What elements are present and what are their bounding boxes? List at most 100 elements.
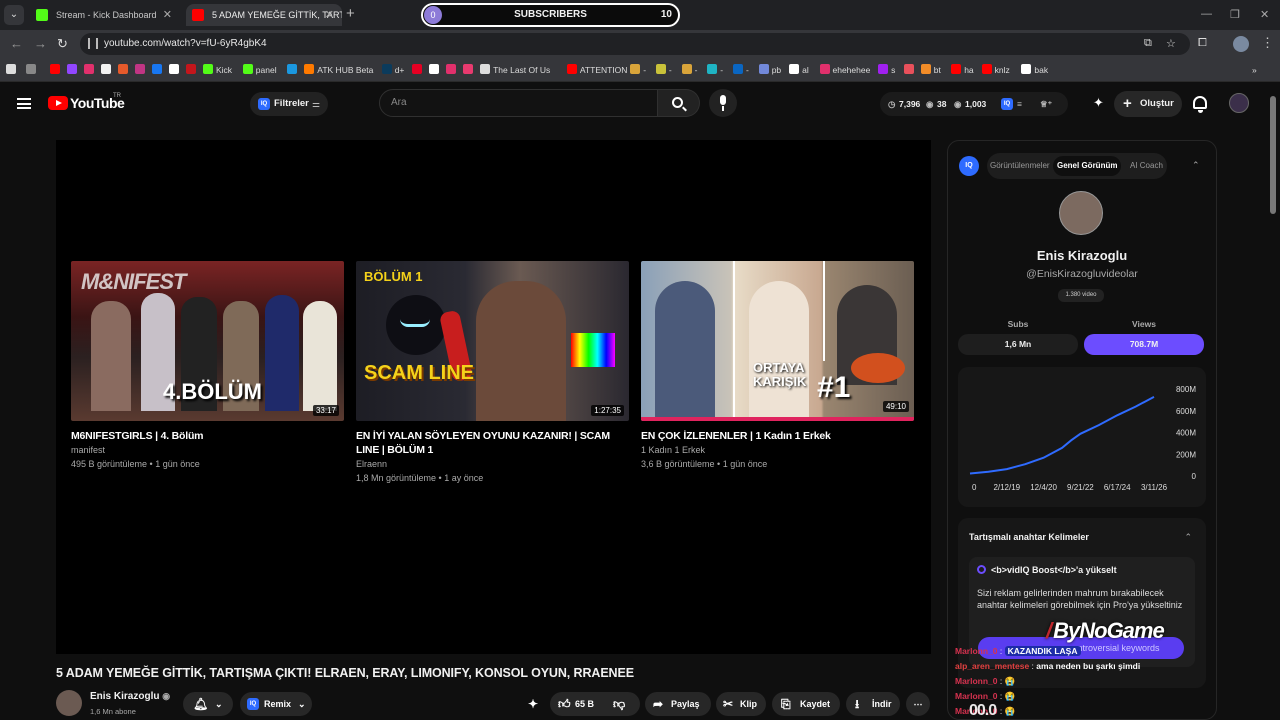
close-icon[interactable]: ✕: [163, 4, 172, 26]
bookmark-item[interactable]: ATK HUB Beta: [304, 58, 373, 82]
tab-youtube-video[interactable]: 5 ADAM YEMEĞE GİTTİK, TARTI ✕: [186, 4, 342, 26]
bookmark-item[interactable]: [118, 58, 131, 82]
channel-name-main[interactable]: Enis Kirazoglu ◉: [90, 691, 170, 702]
bookmark-item[interactable]: -: [630, 58, 646, 82]
bookmark-item[interactable]: bt: [920, 58, 941, 82]
bookmark-item[interactable]: [50, 58, 63, 82]
subscribe-bell-button[interactable]: 🔔︎ ⌄: [183, 692, 233, 716]
bookmark-item[interactable]: al: [789, 58, 809, 82]
bookmark-item[interactable]: -: [681, 58, 697, 82]
channel-name[interactable]: manifest: [71, 443, 344, 457]
bookmark-item[interactable]: panel: [242, 58, 277, 82]
video-title[interactable]: M6NIFESTGIRLS | 4. Bölüm: [71, 429, 344, 443]
cast-icon[interactable]: ⧉: [1144, 37, 1152, 50]
site-info-icon[interactable]: [88, 38, 98, 49]
back-button[interactable]: ←: [10, 36, 23, 51]
vidiq-stats-bar[interactable]: ◷ 7,396 ◉ 38 ◉ 1,003 IQ ≡ ♕⁺: [880, 92, 1068, 116]
forward-button[interactable]: →: [34, 36, 47, 51]
account-avatar[interactable]: [1229, 93, 1249, 113]
remix-button[interactable]: IQ Remix ⌄: [240, 692, 312, 716]
end-screen-card[interactable]: M&NIFEST 4.BÖLÜM 33:17 M6NIFESTGIRLS | 4…: [71, 261, 344, 471]
bookmark-item[interactable]: ATTENTION: [566, 58, 627, 82]
notifications-bell-icon[interactable]: [1193, 96, 1207, 113]
close-icon[interactable]: ✕: [325, 4, 334, 26]
profile-avatar[interactable]: [1233, 36, 1249, 52]
tab-overview[interactable]: Genel Görünüm: [1053, 156, 1122, 176]
grid-icon[interactable]: [26, 58, 39, 82]
page-scrollbar[interactable]: [1270, 96, 1276, 214]
browser-menu-icon[interactable]: ⋮: [1261, 35, 1274, 51]
clip-button[interactable]: ✂ Klip: [716, 692, 766, 716]
share-button[interactable]: ➦ Paylaş: [645, 692, 711, 716]
bookmark-item[interactable]: [412, 58, 425, 82]
voice-search-button[interactable]: [709, 89, 737, 117]
thumbs-down-icon[interactable]: 👎︎: [613, 692, 625, 716]
collapse-chevron-icon[interactable]: ⌃: [1192, 160, 1200, 171]
tab-kick-dashboard[interactable]: Stream - Kick Dashboard ✕: [30, 4, 180, 26]
vidiq-filters-button[interactable]: IQ Filtreler ⚌: [250, 92, 328, 116]
bookmark-item[interactable]: Kick: [203, 58, 232, 82]
end-screen-card[interactable]: ORTAYA KARIŞIK #1 49:10 EN ÇOK İZLENENLE…: [641, 261, 914, 471]
bookmark-item[interactable]: The Last Of Us: [480, 58, 550, 82]
youtube-logo-icon[interactable]: [48, 96, 68, 110]
sparkle-icon[interactable]: ✦: [1093, 95, 1104, 111]
bookmark-item[interactable]: -: [733, 58, 749, 82]
video-thumbnail[interactable]: ORTAYA KARIŞIK #1 49:10: [641, 261, 914, 421]
reload-button[interactable]: ↻: [57, 36, 68, 52]
video-player[interactable]: M&NIFEST 4.BÖLÜM 33:17 M6NIFESTGIRLS | 4…: [56, 140, 931, 654]
bookmark-item[interactable]: [84, 58, 97, 82]
minimize-button[interactable]: —: [1201, 8, 1212, 20]
like-button[interactable]: 👍︎ 65 B 👎︎: [550, 692, 640, 716]
bookmark-item[interactable]: [186, 58, 199, 82]
collapse-chevron-icon[interactable]: ⌃: [1184, 532, 1192, 543]
bookmark-star-icon[interactable]: ☆: [1166, 37, 1176, 50]
url-text[interactable]: youtube.com/watch?v=fU-6yR4gbK4: [104, 33, 267, 55]
save-button[interactable]: ⎘ Kaydet: [772, 692, 840, 716]
bookmark-item[interactable]: knlz: [981, 58, 1010, 82]
bookmark-item[interactable]: ehehehee: [819, 58, 870, 82]
subs-value[interactable]: 1,6 Mn: [958, 334, 1078, 355]
sparkle-button[interactable]: ✦: [522, 692, 546, 716]
address-bar[interactable]: youtube.com/watch?v=fU-6yR4gbK4 ⧉ ☆: [80, 33, 1190, 55]
tab-search-button[interactable]: ⌄: [4, 5, 24, 25]
bookmark-item[interactable]: [429, 58, 442, 82]
bookmark-item[interactable]: [101, 58, 114, 82]
bookmark-item[interactable]: [446, 58, 459, 82]
more-actions-button[interactable]: ⋯: [906, 692, 930, 716]
bookmark-item[interactable]: [287, 58, 300, 82]
new-tab-button[interactable]: +: [346, 5, 355, 22]
more-bookmarks-icon[interactable]: »: [1252, 58, 1257, 82]
menu-icon[interactable]: [17, 98, 31, 109]
bookmark-item[interactable]: s: [878, 58, 895, 82]
bookmark-item[interactable]: [169, 58, 182, 82]
end-screen-card[interactable]: BÖLÜM 1 SCAM LINE 1:27:35 EN İYİ YALAN S…: [356, 261, 629, 485]
tab-views[interactable]: Görüntülenmeler: [990, 153, 1050, 179]
bookmark-item[interactable]: -: [655, 58, 672, 82]
video-title[interactable]: EN İYİ YALAN SÖYLEYEN OYUNU KAZANIR! | S…: [356, 429, 629, 457]
close-window-button[interactable]: ✕: [1260, 8, 1269, 21]
channel-name[interactable]: Elraenn: [356, 457, 629, 471]
channel-name[interactable]: 1 Kadın 1 Erkek: [641, 443, 914, 457]
bookmark-item[interactable]: pb: [758, 58, 781, 82]
video-title[interactable]: EN ÇOK İZLENENLER | 1 Kadın 1 Erkek: [641, 429, 914, 443]
bookmark-item[interactable]: [903, 58, 917, 82]
maximize-button[interactable]: ❐: [1230, 8, 1240, 21]
video-thumbnail[interactable]: BÖLÜM 1 SCAM LINE 1:27:35: [356, 261, 629, 421]
search-button[interactable]: [658, 89, 700, 117]
tab-ai-coach[interactable]: AI Coach: [1130, 153, 1163, 179]
bookmark-item[interactable]: [152, 58, 165, 82]
bookmark-item[interactable]: d+: [381, 58, 404, 82]
video-thumbnail[interactable]: M&NIFEST 4.BÖLÜM 33:17: [71, 261, 344, 421]
channel-avatar[interactable]: [56, 690, 82, 716]
create-button[interactable]: + Oluştur: [1114, 91, 1182, 117]
extensions-icon[interactable]: ⧠: [1198, 37, 1207, 50]
apps-icon[interactable]: [6, 58, 19, 82]
bookmark-item[interactable]: [67, 58, 80, 82]
bookmark-item[interactable]: [135, 58, 148, 82]
bookmark-item[interactable]: bak: [1021, 58, 1048, 82]
bookmark-item[interactable]: [463, 58, 476, 82]
bookmark-item[interactable]: -: [707, 58, 723, 82]
views-value[interactable]: 708.7M: [1084, 334, 1204, 355]
bookmark-item[interactable]: ha: [951, 58, 974, 82]
download-button[interactable]: ⭳ İndir: [846, 692, 900, 716]
